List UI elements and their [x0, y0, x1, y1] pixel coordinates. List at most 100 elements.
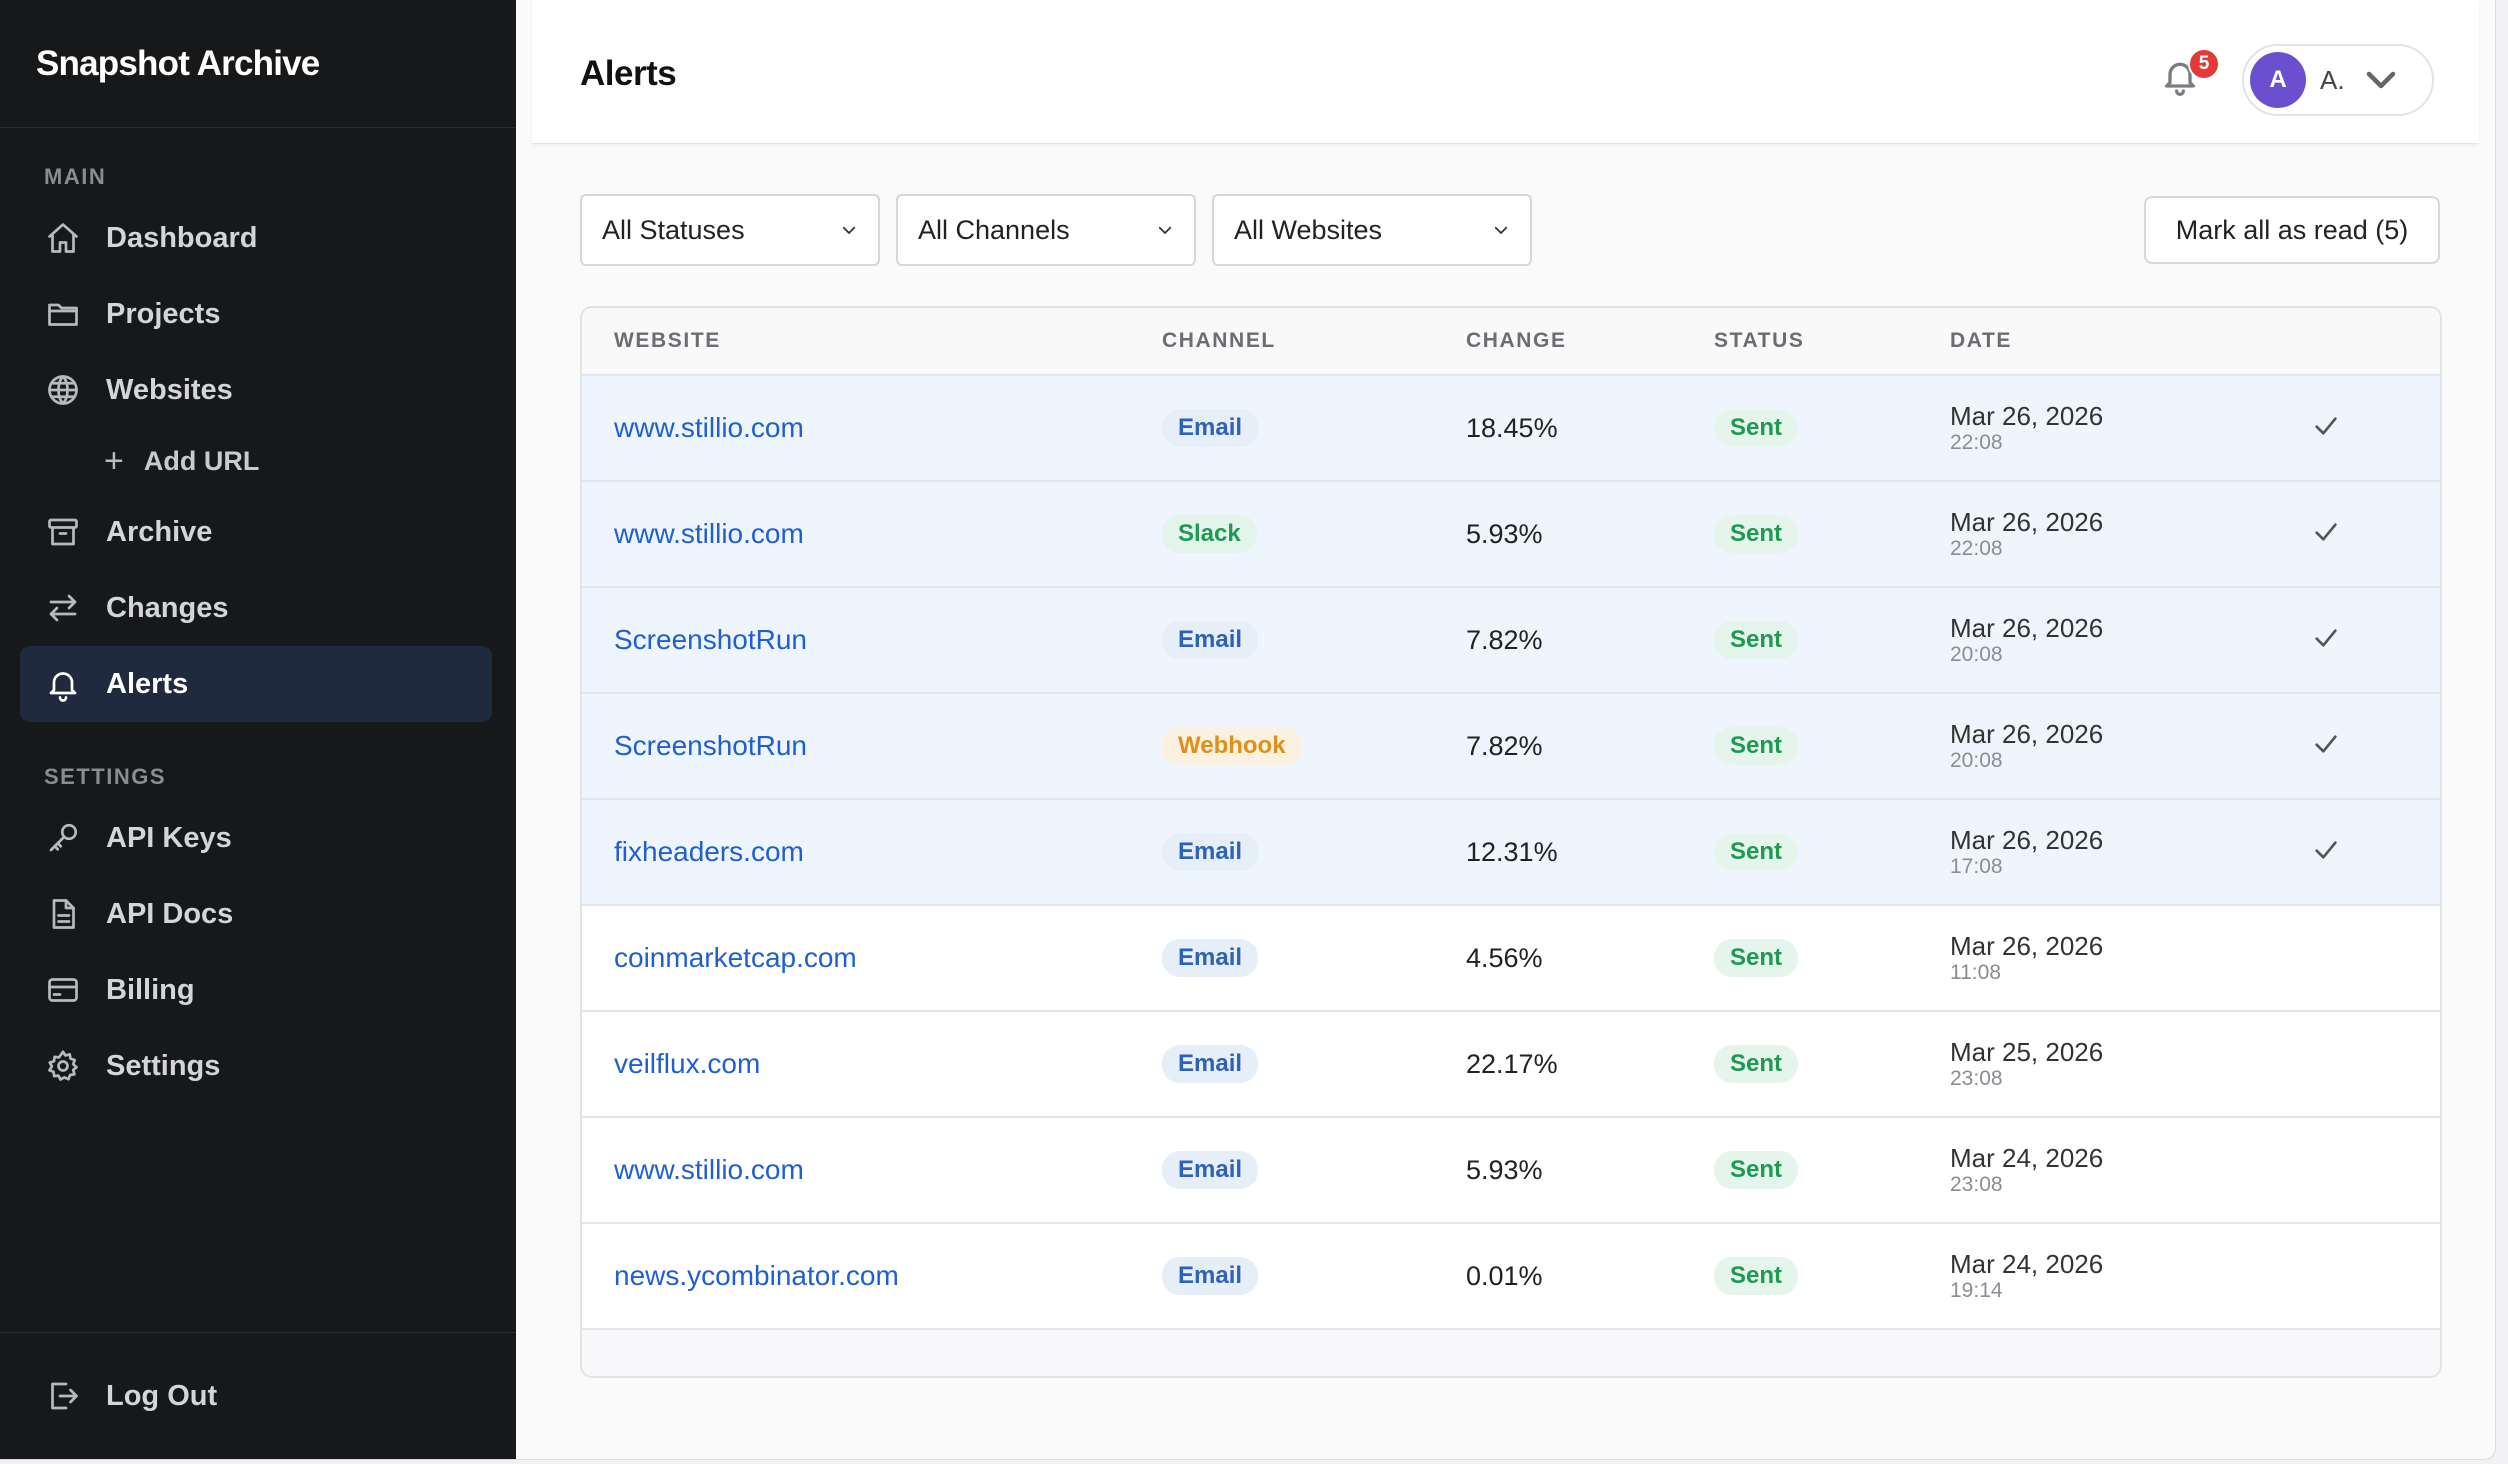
table-header: WEBSITE CHANNEL CHANGE STATUS DATE: [582, 308, 2440, 376]
mark-read-check-icon[interactable]: [2310, 734, 2342, 764]
globe-icon: [44, 371, 82, 409]
mark-read-check-icon[interactable]: [2310, 522, 2342, 552]
table-row: veilflux.com Email 22.17% Sent Mar 25, 2026 2…: [582, 1012, 2440, 1118]
mark-all-read-button[interactable]: Mark all as read (5): [2144, 196, 2440, 264]
date-value: Mar 26, 2026: [1950, 507, 2104, 537]
status-badge: Sent: [1714, 833, 1799, 871]
status-cell: Sent: [1714, 621, 1950, 659]
sidebar-item-projects[interactable]: Projects: [20, 276, 492, 352]
user-menu[interactable]: A A.: [2242, 44, 2434, 116]
website-link[interactable]: www.stillio.com: [614, 1154, 804, 1185]
channel-cell: Email: [1162, 621, 1466, 659]
status-filter-select[interactable]: All Statuses: [580, 194, 880, 266]
status-cell: Sent: [1714, 1151, 1950, 1189]
status-cell: Sent: [1714, 727, 1950, 765]
chevron-down-icon: [2363, 62, 2399, 98]
sidebar: Snapshot Archive MAIN Dashboard Projects…: [0, 0, 516, 1459]
date-value: Mar 26, 2026: [1950, 931, 2104, 961]
sidebar-item-dashboard[interactable]: Dashboard: [20, 200, 492, 276]
website-cell: www.stillio.com: [582, 518, 1162, 550]
status-badge: Sent: [1714, 1045, 1799, 1083]
table-row: www.stillio.com Email 5.93% Sent Mar 24, 202…: [582, 1118, 2440, 1224]
archive-icon: [44, 513, 82, 551]
website-filter-select[interactable]: All Websites: [1212, 194, 1532, 266]
date-cell: Mar 25, 2026 23:08: [1950, 1037, 2310, 1091]
time-value: 23:08: [1950, 1173, 2003, 1196]
page-title: Alerts: [580, 54, 677, 93]
time-value: 11:08: [1950, 961, 2001, 984]
time-value: 20:08: [1950, 749, 2003, 772]
logout-button[interactable]: Log Out: [20, 1358, 492, 1434]
status-badge: Sent: [1714, 621, 1799, 659]
sidebar-item-label: API Keys: [106, 821, 232, 854]
document-icon: [44, 895, 82, 933]
channel-filter-select[interactable]: All Channels: [896, 194, 1196, 266]
sidebar-item-archive[interactable]: Archive: [20, 494, 492, 570]
sidebar-item-alerts[interactable]: Alerts: [20, 646, 492, 722]
website-cell: veilflux.com: [582, 1048, 1162, 1080]
website-link[interactable]: www.stillio.com: [614, 412, 804, 443]
status-cell: Sent: [1714, 515, 1950, 553]
change-cell: 7.82%: [1466, 731, 1714, 762]
website-link[interactable]: ScreenshotRun: [614, 624, 807, 655]
home-icon: [44, 219, 82, 257]
change-cell: 5.93%: [1466, 519, 1714, 550]
mark-read-check-icon[interactable]: [2310, 840, 2342, 870]
change-cell: 12.31%: [1466, 837, 1714, 868]
mark-read-check-icon[interactable]: [2310, 628, 2342, 658]
chevron-down-icon: [842, 226, 856, 234]
date-value: Mar 26, 2026: [1950, 613, 2104, 643]
channel-cell: Email: [1162, 1257, 1466, 1295]
change-cell: 18.45%: [1466, 413, 1714, 444]
date-value: Mar 24, 2026: [1950, 1143, 2104, 1173]
sidebar-item-settings[interactable]: Settings: [20, 1028, 492, 1104]
gear-icon: [44, 1047, 82, 1085]
channel-badge: Email: [1162, 409, 1259, 447]
date-cell: Mar 26, 2026 22:08: [1950, 507, 2310, 561]
plus-icon: +: [104, 442, 124, 480]
website-link[interactable]: coinmarketcap.com: [614, 942, 857, 973]
channel-cell: Email: [1162, 833, 1466, 871]
status-cell: Sent: [1714, 833, 1950, 871]
action-cell: [2310, 728, 2430, 765]
sidebar-item-changes[interactable]: Changes: [20, 570, 492, 646]
mark-read-check-icon[interactable]: [2310, 416, 2342, 446]
sidebar-item-label: Settings: [106, 1049, 221, 1082]
table-body: www.stillio.com Email 18.45% Sent Mar 26, 20…: [582, 376, 2440, 1330]
sidebar-item-billing[interactable]: Billing: [20, 952, 492, 1028]
status-badge: Sent: [1714, 1257, 1799, 1295]
channel-badge: Email: [1162, 1257, 1259, 1295]
channel-badge: Slack: [1162, 515, 1257, 553]
action-cell: [2310, 622, 2430, 659]
website-link[interactable]: fixheaders.com: [614, 836, 804, 867]
sidebar-section-main: MAIN: [44, 164, 107, 189]
action-cell: [2310, 516, 2430, 553]
website-link[interactable]: www.stillio.com: [614, 518, 804, 549]
website-link[interactable]: news.ycombinator.com: [614, 1260, 899, 1291]
change-value: 5.93%: [1466, 1154, 1543, 1185]
change-cell: 4.56%: [1466, 943, 1714, 974]
filter-bar: All Statuses All Channels All Websites: [580, 194, 1548, 266]
date-value: Mar 25, 2026: [1950, 1037, 2104, 1067]
website-cell: ScreenshotRun: [582, 624, 1162, 656]
sidebar-item-label: Dashboard: [106, 221, 258, 254]
sidebar-item-add-url[interactable]: + Add URL: [0, 428, 516, 494]
user-name: A.: [2320, 64, 2345, 95]
sidebar-item-label: Billing: [106, 973, 195, 1006]
channel-badge: Email: [1162, 939, 1259, 977]
time-value: 22:08: [1950, 431, 2003, 454]
website-cell: fixheaders.com: [582, 836, 1162, 868]
website-link[interactable]: veilflux.com: [614, 1048, 760, 1079]
channel-cell: Email: [1162, 939, 1466, 977]
website-link[interactable]: ScreenshotRun: [614, 730, 807, 761]
sidebar-section-settings: SETTINGS: [44, 764, 167, 789]
chevron-down-icon: [1494, 226, 1508, 234]
change-value: 12.31%: [1466, 836, 1558, 867]
time-value: 23:08: [1950, 1067, 2003, 1090]
website-cell: ScreenshotRun: [582, 730, 1162, 762]
sidebar-item-api-docs[interactable]: API Docs: [20, 876, 492, 952]
sidebar-item-api-keys[interactable]: API Keys: [20, 800, 492, 876]
time-value: 22:08: [1950, 537, 2003, 560]
sidebar-item-websites[interactable]: Websites: [20, 352, 492, 428]
status-badge: Sent: [1714, 727, 1799, 765]
